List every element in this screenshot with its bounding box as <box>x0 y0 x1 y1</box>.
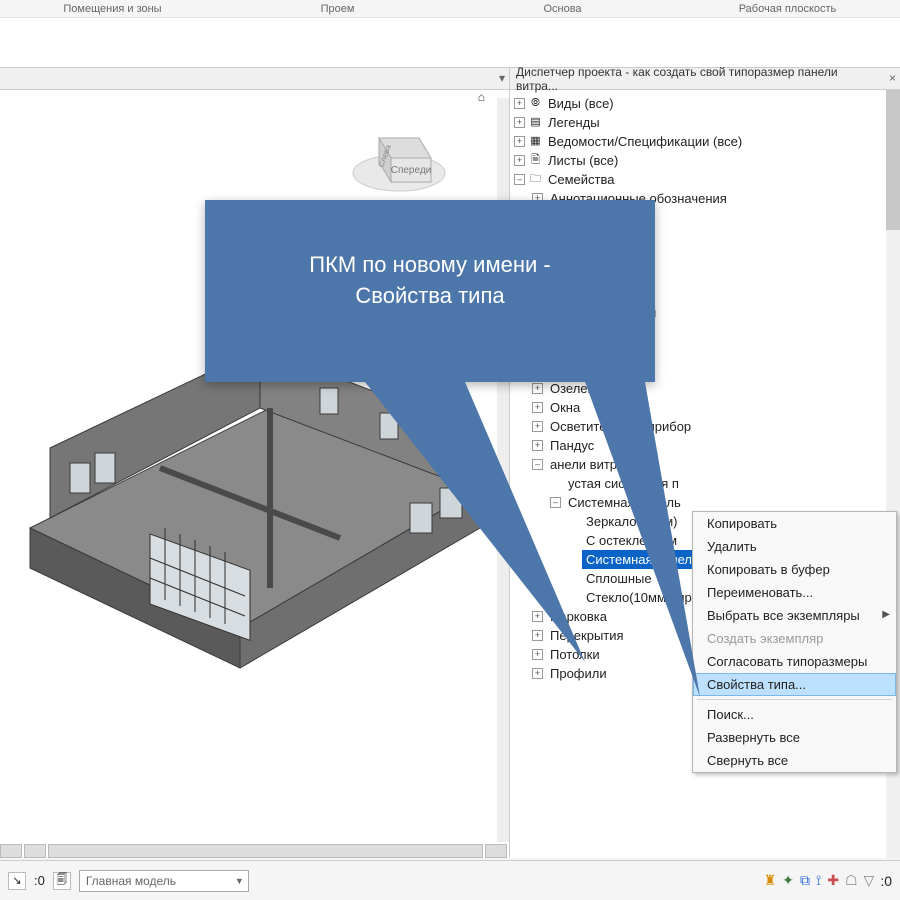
view-cube[interactable]: Спереди Слева <box>349 118 449 198</box>
submenu-arrow-icon: ▶ <box>882 609 890 620</box>
viewport-hscrollbar[interactable] <box>0 844 509 858</box>
project-browser-titlebar[interactable]: Диспетчер проекта - как создать свой тип… <box>510 68 900 90</box>
status-icon[interactable]: ⧉ <box>800 872 810 889</box>
expand-icon[interactable]: + <box>514 155 525 166</box>
tree-views[interactable]: Виды (все) <box>546 94 616 113</box>
workset-value: Главная модель <box>86 874 176 888</box>
context-menu-item[interactable]: Поиск... <box>693 703 896 726</box>
status-icon[interactable]: ⟟ <box>816 872 821 889</box>
status-icon[interactable]: ☖ <box>845 872 858 889</box>
families-icon: 🗀 <box>528 172 543 187</box>
ribbon-gap <box>0 18 900 68</box>
context-menu[interactable]: КопироватьУдалитьКопировать в буферПереи… <box>692 511 897 773</box>
filter-icon[interactable]: ▽ <box>864 872 875 889</box>
context-menu-item[interactable]: Удалить <box>693 535 896 558</box>
ribbon-label: Рабочая плоскость <box>675 0 900 17</box>
expand-icon[interactable]: + <box>514 136 525 147</box>
viewport-options-dropdown-icon[interactable]: ▾ <box>499 71 505 85</box>
context-menu-item[interactable]: Свернуть все <box>693 749 896 772</box>
ribbon-label: Помещения и зоны <box>0 0 225 17</box>
ribbon-label: Проем <box>225 0 450 17</box>
cube-front-label: Спереди <box>391 165 432 176</box>
schedules-icon: ▦ <box>528 134 543 149</box>
context-menu-item[interactable]: Переименовать... <box>693 581 896 604</box>
views-icon: ⦾ <box>528 96 543 111</box>
status-icon[interactable]: ✚ <box>827 872 839 889</box>
context-menu-item[interactable]: Копировать <box>693 512 896 535</box>
project-browser-title: Диспетчер проекта - как создать свой тип… <box>516 65 876 93</box>
viewport-titlebar: ▾ <box>0 68 509 90</box>
status-bar: ↘ :0 🗐 Главная модель ▼ ♜ ✦ ⧉ ⟟ ✚ ☖ ▽ :0 <box>0 860 900 900</box>
status-icon[interactable]: ♜ <box>764 872 777 889</box>
chevron-down-icon: ▼ <box>235 876 244 886</box>
status-count: :0 <box>34 873 45 888</box>
context-menu-item[interactable]: Согласовать типоразмеры <box>693 650 896 673</box>
expand-icon[interactable]: + <box>514 117 525 128</box>
status-icon[interactable]: ✦ <box>782 872 794 889</box>
collapse-icon[interactable]: – <box>514 174 525 185</box>
workset-dropdown[interactable]: Главная модель ▼ <box>79 870 249 892</box>
close-icon[interactable]: × <box>889 71 896 85</box>
filter-count: :0 <box>880 873 892 889</box>
context-menu-item[interactable]: Выбрать все экземпляры▶ <box>693 604 896 627</box>
ribbon-panel-labels: Помещения и зоны Проем Основа Рабочая пл… <box>0 0 900 18</box>
callout-line2: Свойства типа <box>235 281 625 312</box>
tree-families[interactable]: Семейства <box>546 170 617 189</box>
context-menu-item[interactable]: Свойства типа... <box>693 673 896 696</box>
worksets-icon[interactable]: 🗐 <box>53 872 71 890</box>
context-menu-item: Создать экземпляр <box>693 627 896 650</box>
instruction-callout: ПКМ по новому имени - Свойства типа <box>205 200 655 382</box>
callout-tail-icon <box>205 382 685 682</box>
expand-icon[interactable]: + <box>514 98 525 109</box>
tree-legends[interactable]: Легенды <box>546 113 602 132</box>
context-menu-item[interactable]: Копировать в буфер <box>693 558 896 581</box>
callout-line1: ПКМ по новому имени - <box>235 250 625 281</box>
tree-sheets[interactable]: Листы (все) <box>546 151 620 170</box>
ribbon-label: Основа <box>450 0 675 17</box>
viewport-home-icon[interactable]: ⌂ <box>0 90 509 104</box>
tree-schedules[interactable]: Ведомости/Спецификации (все) <box>546 132 744 151</box>
sheets-icon: 🗎 <box>528 153 543 168</box>
context-menu-item[interactable]: Развернуть все <box>693 726 896 749</box>
legends-icon: ▤ <box>528 115 543 130</box>
status-right-icons: ♜ ✦ ⧉ ⟟ ✚ ☖ ▽ :0 <box>764 872 892 889</box>
selection-toggle-icon[interactable]: ↘ <box>8 872 26 890</box>
